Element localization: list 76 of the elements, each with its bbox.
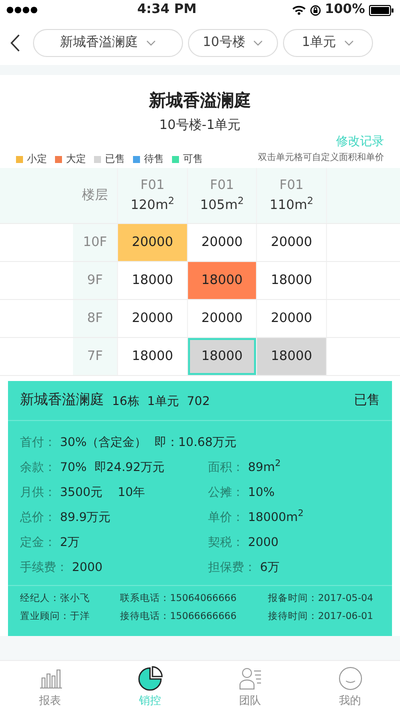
filter-dropdown[interactable]: 新城香溢澜庭	[33, 28, 183, 56]
field-value: 10%	[248, 484, 275, 500]
field-label: 定金：	[20, 534, 56, 550]
legend-label: 大定	[66, 152, 86, 166]
lock-rotation-icon	[310, 4, 321, 16]
unit-subtitle: 10号楼-1单元	[158, 117, 242, 135]
smiley-icon	[338, 666, 362, 691]
table-header: F01 110m$^{2}$	[257, 168, 327, 223]
unit-name: 新城香溢澜庭	[20, 391, 104, 410]
battery-level: 100%	[324, 1, 365, 20]
unit-number: 1单元	[147, 392, 179, 410]
contact-info: 经纪人：张小飞	[20, 592, 91, 606]
floor-label: 10F	[73, 224, 118, 261]
field-label: 公摊：	[208, 484, 244, 500]
field-label: 余款：	[20, 458, 56, 476]
room-number: 702	[186, 392, 210, 410]
person-list-icon	[238, 666, 262, 691]
price-cell[interactable]: 18000	[257, 262, 327, 299]
field-value: 2000	[72, 558, 103, 576]
field-label: 手续费：	[20, 558, 68, 576]
legend-label: 可售	[183, 152, 203, 166]
field-label: 总价：	[20, 508, 56, 526]
back-icon	[10, 34, 20, 52]
field-value: 2万	[60, 534, 80, 550]
tab-button[interactable]: 报表	[0, 661, 100, 711]
price-cell[interactable]: 20000	[188, 300, 257, 337]
field-label: 面积：	[208, 458, 244, 476]
price-cell[interactable]: 18000	[257, 338, 327, 375]
floor-label: 7F	[73, 338, 118, 375]
field-label: 月供：	[20, 484, 56, 500]
field-label: 首付：	[20, 434, 56, 450]
status-time: 4:34 PM	[137, 1, 197, 20]
price-cell[interactable]: 20000	[257, 300, 327, 337]
field-label: 担保费：	[208, 558, 256, 576]
battery-icon	[369, 4, 394, 16]
sale-status: 已售	[354, 392, 380, 410]
contact-info: 置业顾问：于洋	[20, 610, 91, 624]
contact-info: 联系电话：15064066666	[120, 592, 238, 606]
legend-label: 待售	[144, 152, 164, 166]
building-number: 16栋	[112, 392, 140, 410]
contact-info: 接待电话：15066666666	[120, 610, 238, 624]
contact-info: 报备时间：2017-05-04	[268, 592, 374, 606]
price-cell[interactable]: 20000	[118, 224, 188, 261]
field-value: 70% 即24.92万元	[60, 458, 165, 476]
tab-button[interactable]: 我的	[300, 661, 400, 711]
building-title: 新城香溢澜庭	[148, 90, 252, 112]
price-cell[interactable]: 18000	[188, 262, 257, 299]
pie-chart-icon	[138, 666, 162, 691]
wifi-icon	[292, 5, 306, 15]
field-value: 3500元 10年	[60, 484, 146, 500]
filter-dropdown[interactable]: 1单元	[283, 28, 373, 56]
hint-text: 双击单元格可自定义面积和单价	[258, 152, 384, 166]
tab-button[interactable]: 团队	[200, 661, 300, 711]
legend-label: 已售	[105, 152, 125, 166]
table-header: F01 105m$^{2}$	[188, 168, 257, 223]
field-value: 89m$^{2}$	[248, 458, 281, 476]
field-value: 18000m$^{2}$	[248, 508, 304, 526]
field-value: 2000	[248, 534, 279, 550]
field-value: 6万	[260, 558, 280, 576]
field-value: 30%（含定金） 即：10.68万元	[60, 434, 237, 450]
field-value: 89.9万元	[60, 508, 111, 526]
contact-info: 接待时间：2017-06-01	[268, 610, 374, 624]
price-cell[interactable]: 20000	[257, 224, 327, 261]
filter-dropdown[interactable]: 10号楼	[188, 28, 278, 56]
price-cell[interactable]: 18000	[188, 338, 257, 375]
caret-icon	[344, 40, 354, 46]
price-cell[interactable]: 20000	[188, 224, 257, 261]
caret-icon	[146, 40, 156, 46]
floor-label: 9F	[73, 262, 118, 299]
legend-label: 小定	[27, 152, 47, 166]
table-header: F01 120m$^{2}$	[118, 168, 188, 223]
floor-label: 8F	[73, 300, 118, 337]
field-label: 契税：	[208, 534, 244, 550]
price-cell[interactable]: 20000	[118, 300, 188, 337]
caret-icon	[253, 40, 264, 46]
field-label: 单价：	[208, 508, 244, 526]
